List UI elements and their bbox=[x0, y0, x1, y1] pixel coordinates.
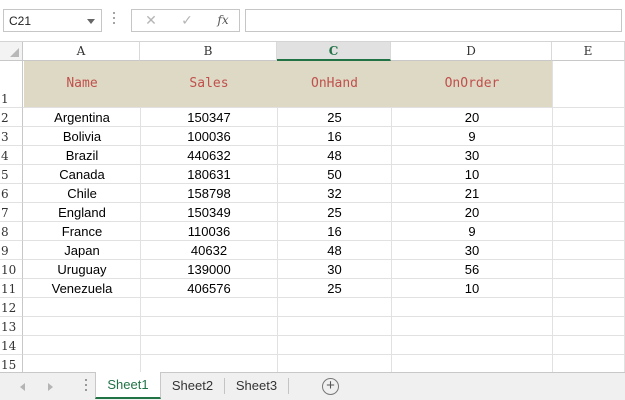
row-header[interactable]: 9 bbox=[0, 241, 23, 260]
cell-sales[interactable]: 440632 bbox=[141, 146, 277, 165]
cell-onhand[interactable]: 16 bbox=[278, 127, 391, 146]
cell-onorder[interactable]: 30 bbox=[392, 241, 552, 260]
cell-sales[interactable]: 150349 bbox=[141, 203, 277, 222]
row-header[interactable]: 11 bbox=[0, 279, 23, 298]
row-header[interactable]: 8 bbox=[0, 222, 23, 241]
tab-sheet1[interactable]: Sheet1 bbox=[95, 372, 161, 399]
cell-onorder[interactable]: 9 bbox=[392, 127, 552, 146]
cancel-icon[interactable]: ✕ bbox=[136, 10, 166, 31]
cell-sales[interactable]: 40632 bbox=[141, 241, 277, 260]
column-header-a[interactable]: A bbox=[23, 42, 140, 61]
cell-onhand[interactable]: 32 bbox=[278, 184, 391, 203]
cell-name[interactable]: Uruguay bbox=[24, 260, 140, 279]
name-box[interactable]: C21 bbox=[3, 9, 102, 32]
scroll-left-icon[interactable] bbox=[20, 383, 25, 391]
cell-onhand[interactable]: 50 bbox=[278, 165, 391, 184]
cell-onorder[interactable]: 10 bbox=[392, 279, 552, 298]
cell-sales[interactable]: 180631 bbox=[141, 165, 277, 184]
header-cell-name[interactable]: Name bbox=[24, 61, 140, 107]
cell-onorder[interactable]: 30 bbox=[392, 146, 552, 165]
header-cell-sales[interactable]: Sales bbox=[141, 61, 277, 107]
gridline bbox=[23, 316, 625, 317]
cell-onhand[interactable]: 30 bbox=[278, 260, 391, 279]
formula-buttons: ✕ ✓ fx bbox=[131, 9, 240, 32]
cell-sales[interactable]: 139000 bbox=[141, 260, 277, 279]
row-header[interactable]: 2 bbox=[0, 108, 23, 127]
row-header[interactable]: 6 bbox=[0, 184, 23, 203]
cell-onorder[interactable]: 10 bbox=[392, 165, 552, 184]
formula-bar: C21 ✕ ✓ fx bbox=[0, 0, 625, 42]
row-header[interactable]: 10 bbox=[0, 260, 23, 279]
cell-sales[interactable]: 100036 bbox=[141, 127, 277, 146]
gridline bbox=[23, 335, 625, 336]
cell-sales[interactable]: 110036 bbox=[141, 222, 277, 241]
cell-name[interactable]: Japan bbox=[24, 241, 140, 260]
cell-onhand[interactable]: 25 bbox=[278, 203, 391, 222]
cell-name[interactable]: Canada bbox=[24, 165, 140, 184]
row-header[interactable]: 14 bbox=[0, 336, 23, 355]
cell-name[interactable]: Argentina bbox=[24, 108, 140, 127]
row-header[interactable]: 3 bbox=[0, 127, 23, 146]
column-header-e[interactable]: E bbox=[552, 42, 625, 61]
cell-onhand[interactable]: 25 bbox=[278, 279, 391, 298]
column-header-c[interactable]: C bbox=[277, 42, 391, 61]
check-icon[interactable]: ✓ bbox=[172, 10, 202, 31]
cell-onhand[interactable]: 48 bbox=[278, 241, 391, 260]
name-box-value: C21 bbox=[9, 14, 32, 28]
tab-sheet3[interactable]: Sheet3 bbox=[225, 373, 288, 398]
header-cell-onorder[interactable]: OnOrder bbox=[392, 61, 552, 107]
cell-name[interactable]: England bbox=[24, 203, 140, 222]
cell-name[interactable]: Brazil bbox=[24, 146, 140, 165]
cell-onorder[interactable]: 56 bbox=[392, 260, 552, 279]
gridline bbox=[23, 354, 625, 355]
column-header-b[interactable]: B bbox=[140, 42, 277, 61]
row-header[interactable]: 4 bbox=[0, 146, 23, 165]
row-header[interactable]: 7 bbox=[0, 203, 23, 222]
tab-divider bbox=[288, 378, 289, 394]
cell-onorder[interactable]: 20 bbox=[392, 203, 552, 222]
cell-onhand[interactable]: 16 bbox=[278, 222, 391, 241]
cell-sales[interactable]: 406576 bbox=[141, 279, 277, 298]
add-sheet-icon[interactable]: + bbox=[322, 378, 339, 395]
cell-name[interactable]: Venezuela bbox=[24, 279, 140, 298]
worksheet-grid[interactable]: A B C D E Name Sales OnHand OnOrder 1 2 … bbox=[0, 42, 625, 372]
tab-bar-grip[interactable] bbox=[85, 379, 88, 395]
cell-name[interactable]: Chile bbox=[24, 184, 140, 203]
column-header-d[interactable]: D bbox=[391, 42, 552, 61]
chevron-down-icon[interactable] bbox=[87, 19, 95, 24]
cell-onorder[interactable]: 20 bbox=[392, 108, 552, 127]
cell-sales[interactable]: 150347 bbox=[141, 108, 277, 127]
insert-function-icon[interactable]: fx bbox=[208, 10, 238, 31]
cell-onhand[interactable]: 48 bbox=[278, 146, 391, 165]
header-cell-onhand[interactable]: OnHand bbox=[278, 61, 391, 107]
row-header[interactable]: 13 bbox=[0, 317, 23, 336]
row-header[interactable]: 12 bbox=[0, 298, 23, 317]
formula-input[interactable] bbox=[245, 9, 622, 32]
cell-name[interactable]: Bolivia bbox=[24, 127, 140, 146]
formula-bar-grip[interactable] bbox=[113, 12, 116, 28]
select-all-corner[interactable] bbox=[0, 42, 23, 61]
row-header[interactable]: 1 bbox=[0, 61, 23, 108]
cell-sales[interactable]: 158798 bbox=[141, 184, 277, 203]
sheet-tab-bar: Sheet1 Sheet2 Sheet3 + bbox=[0, 372, 625, 400]
cell-name[interactable]: France bbox=[24, 222, 140, 241]
row-header[interactable]: 15 bbox=[0, 355, 23, 372]
tab-sheet2[interactable]: Sheet2 bbox=[161, 373, 224, 398]
row-header[interactable]: 5 bbox=[0, 165, 23, 184]
scroll-right-icon[interactable] bbox=[48, 383, 53, 391]
cell-onorder[interactable]: 9 bbox=[392, 222, 552, 241]
cell-onhand[interactable]: 25 bbox=[278, 108, 391, 127]
cell-onorder[interactable]: 21 bbox=[392, 184, 552, 203]
